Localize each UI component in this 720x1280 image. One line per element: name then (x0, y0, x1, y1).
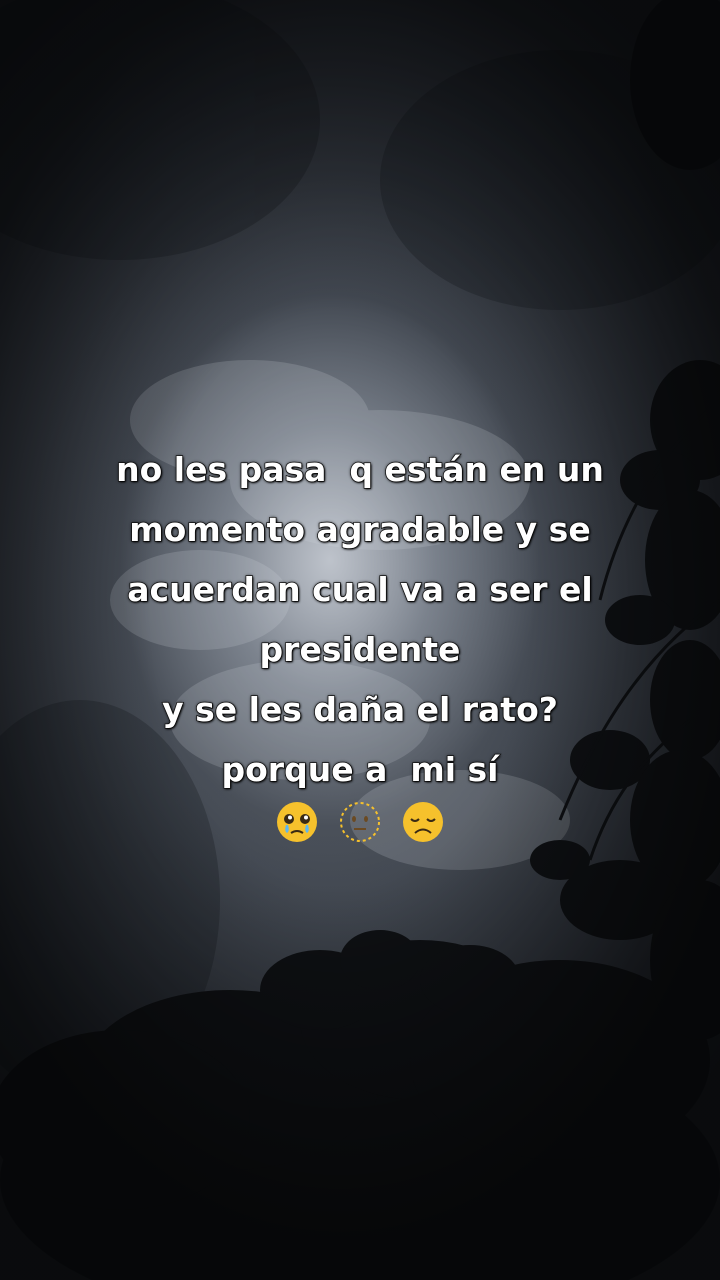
emoji-row (100, 794, 620, 845)
caption-line-6: porque a mi sí (221, 749, 499, 790)
disappointed-face-icon (403, 801, 444, 842)
caption-line-5: y se les daña el rato? (161, 689, 558, 730)
pleading-face-with-tears-icon (276, 801, 317, 842)
caption-line-2: momento agradable y se (129, 509, 592, 550)
caption-text: no les pasa q están en un momento agrada… (100, 440, 620, 845)
caption-line-4: presidente (259, 629, 461, 670)
photo-background: no les pasa q están en un momento agrada… (0, 0, 720, 1280)
caption-line-3: acuerdan cual va a ser el (127, 569, 594, 610)
caption-line-1: no les pasa q están en un (115, 449, 604, 490)
dotted-line-face-icon (340, 801, 380, 842)
